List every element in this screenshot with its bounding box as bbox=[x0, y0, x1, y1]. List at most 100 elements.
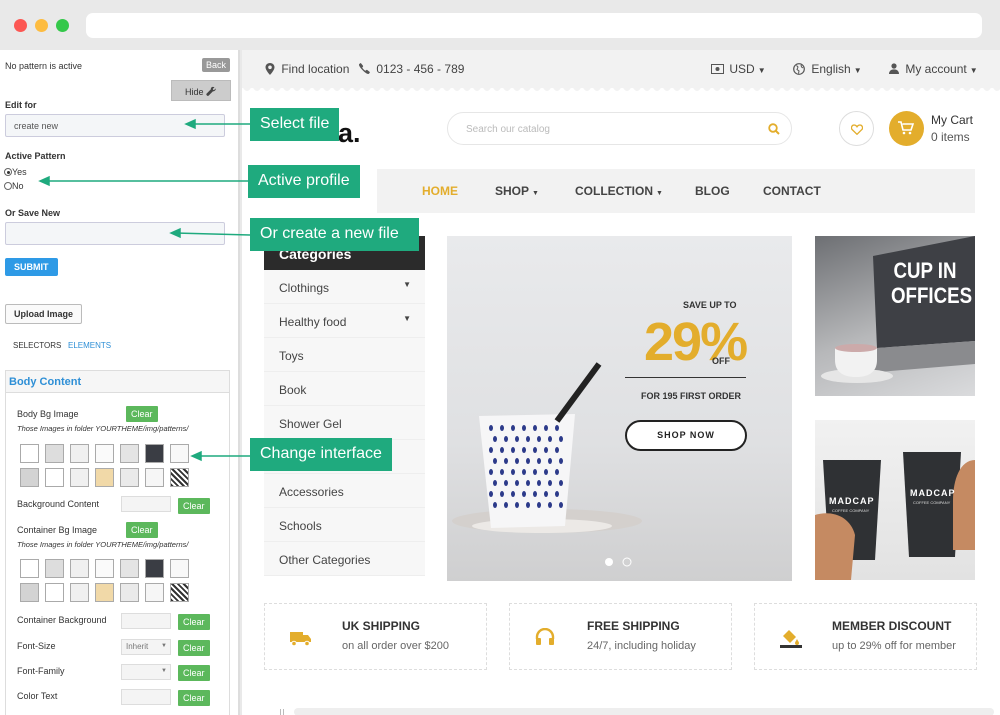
pattern-swatch[interactable] bbox=[45, 444, 64, 463]
category-item[interactable]: Shower Gel bbox=[264, 406, 425, 440]
phone: 0123 - 456 - 789 bbox=[359, 62, 464, 76]
container-background-input[interactable] bbox=[121, 613, 171, 629]
color-text-input[interactable] bbox=[121, 689, 171, 705]
nav-shop-label: SHOP bbox=[495, 184, 530, 198]
callout-select-file: Select file bbox=[250, 108, 340, 141]
pattern-swatch[interactable] bbox=[95, 468, 114, 487]
category-item[interactable]: Clothings ▼ bbox=[264, 270, 425, 304]
back-button[interactable]: Back bbox=[202, 58, 231, 72]
pattern-swatch[interactable] bbox=[20, 468, 39, 487]
side-banner-offices[interactable]: CUP IN OFFICES bbox=[815, 236, 975, 396]
pattern-swatch[interactable] bbox=[120, 468, 139, 487]
clear-font-family-button[interactable]: Clear bbox=[178, 665, 210, 681]
account-label: My account bbox=[905, 62, 967, 76]
caret-down-icon[interactable]: ▼ bbox=[403, 314, 411, 323]
tab-selectors[interactable]: SELECTORS bbox=[13, 341, 61, 350]
hide-button[interactable]: Hide bbox=[171, 80, 231, 101]
nav-contact[interactable]: CONTACT bbox=[763, 184, 821, 198]
no-label: No bbox=[12, 181, 24, 191]
category-item[interactable]: Accessories bbox=[264, 474, 425, 508]
side-banner-madcap[interactable]: MADCAP COFFEE COMPANY MADCAP COFFEE COMP… bbox=[815, 420, 975, 580]
pattern-swatch[interactable] bbox=[170, 583, 189, 602]
pattern-swatch[interactable] bbox=[95, 559, 114, 578]
caret-down-icon[interactable]: ▼ bbox=[403, 280, 411, 289]
clear-font-size-button[interactable]: Clear bbox=[178, 640, 210, 656]
scroll-marker bbox=[280, 709, 284, 715]
heart-icon bbox=[851, 124, 863, 135]
cart-title[interactable]: My Cart bbox=[931, 113, 973, 127]
close-window-icon[interactable] bbox=[14, 19, 27, 32]
pattern-swatch[interactable] bbox=[70, 444, 89, 463]
maximize-window-icon[interactable] bbox=[56, 19, 69, 32]
currency-selector[interactable]: USD ▼ bbox=[711, 62, 766, 76]
language-selector[interactable]: English ▼ bbox=[793, 62, 862, 76]
pattern-swatch[interactable] bbox=[45, 559, 64, 578]
pattern-swatch[interactable] bbox=[70, 583, 89, 602]
pattern-swatch[interactable] bbox=[170, 559, 189, 578]
pattern-swatch[interactable] bbox=[145, 583, 164, 602]
account-menu[interactable]: My account ▼ bbox=[889, 62, 978, 76]
clear-body-bg-button[interactable]: Clear bbox=[126, 406, 158, 422]
pattern-swatch[interactable] bbox=[45, 583, 64, 602]
save-new-input[interactable] bbox=[5, 222, 225, 245]
theme-editor-panel: No pattern is active Back Hide Edit for … bbox=[0, 50, 240, 715]
pattern-swatch[interactable] bbox=[145, 444, 164, 463]
hero-banner[interactable]: SAVE UP TO 29% OFF FOR 195 FIRST ORDER S… bbox=[447, 236, 792, 581]
pattern-swatch[interactable] bbox=[45, 468, 64, 487]
cart-button[interactable] bbox=[889, 111, 924, 146]
location-link[interactable]: Find location bbox=[265, 62, 349, 76]
pattern-swatch[interactable] bbox=[170, 444, 189, 463]
pattern-swatch[interactable] bbox=[70, 559, 89, 578]
nav-home[interactable]: HOME bbox=[422, 184, 458, 198]
pattern-swatch[interactable] bbox=[120, 583, 139, 602]
clear-container-background-button[interactable]: Clear bbox=[178, 614, 210, 630]
category-label: Toys bbox=[279, 349, 304, 363]
hero-cup-image bbox=[452, 362, 642, 567]
pattern-swatch[interactable] bbox=[70, 468, 89, 487]
pattern-swatch[interactable] bbox=[170, 468, 189, 487]
tab-elements[interactable]: ELEMENTS bbox=[68, 341, 111, 350]
pattern-swatch[interactable] bbox=[20, 559, 39, 578]
active-yes-option[interactable]: Yes bbox=[4, 167, 27, 177]
pattern-swatch[interactable] bbox=[145, 468, 164, 487]
pattern-swatch[interactable] bbox=[120, 444, 139, 463]
clear-color-text-button[interactable]: Clear bbox=[178, 690, 210, 706]
radio-unchecked-icon[interactable] bbox=[4, 182, 12, 190]
caret-down-icon: ▼ bbox=[757, 66, 766, 75]
pattern-swatch[interactable] bbox=[120, 559, 139, 578]
category-item[interactable]: Healthy food ▼ bbox=[264, 304, 425, 338]
edit-for-select[interactable]: create new bbox=[5, 114, 225, 137]
minimize-window-icon[interactable] bbox=[35, 19, 48, 32]
pattern-swatch[interactable] bbox=[20, 444, 39, 463]
pattern-swatch[interactable] bbox=[145, 559, 164, 578]
font-size-select[interactable]: Inherit ▼ bbox=[121, 639, 171, 655]
horizontal-scrollbar[interactable] bbox=[294, 708, 994, 715]
nav-blog[interactable]: BLOG bbox=[695, 184, 730, 198]
active-no-option[interactable]: No bbox=[4, 181, 24, 191]
background-content-input[interactable] bbox=[121, 496, 171, 512]
address-bar[interactable] bbox=[86, 13, 982, 38]
category-item[interactable]: Schools bbox=[264, 508, 425, 542]
user-icon bbox=[889, 63, 899, 74]
category-item[interactable]: Book bbox=[264, 372, 425, 406]
callout-change-interface: Change interface bbox=[250, 438, 392, 471]
search-icon[interactable] bbox=[768, 123, 780, 135]
store-logo[interactable]: a. bbox=[338, 118, 361, 149]
wishlist-button[interactable] bbox=[839, 111, 874, 146]
pattern-swatch[interactable] bbox=[95, 583, 114, 602]
category-item[interactable]: Toys bbox=[264, 338, 425, 372]
nav-shop[interactable]: SHOP ▼ bbox=[495, 184, 539, 198]
category-item[interactable]: Other Categories bbox=[264, 542, 425, 576]
radio-checked-icon[interactable] bbox=[4, 168, 12, 176]
pattern-swatch[interactable] bbox=[20, 583, 39, 602]
or-save-new-label: Or Save New bbox=[5, 208, 61, 218]
clear-background-content-button[interactable]: Clear bbox=[178, 498, 210, 514]
pattern-swatch[interactable] bbox=[95, 444, 114, 463]
shop-now-button[interactable]: SHOP NOW bbox=[625, 420, 747, 451]
upload-image-button[interactable]: Upload Image bbox=[5, 304, 83, 324]
clear-container-bg-button[interactable]: Clear bbox=[126, 522, 158, 538]
nav-collection[interactable]: COLLECTION ▼ bbox=[575, 184, 663, 198]
font-family-select[interactable]: ▼ bbox=[121, 664, 171, 680]
search-input[interactable]: Search our catalog bbox=[447, 112, 792, 145]
submit-button[interactable]: SUBMIT bbox=[5, 258, 58, 276]
